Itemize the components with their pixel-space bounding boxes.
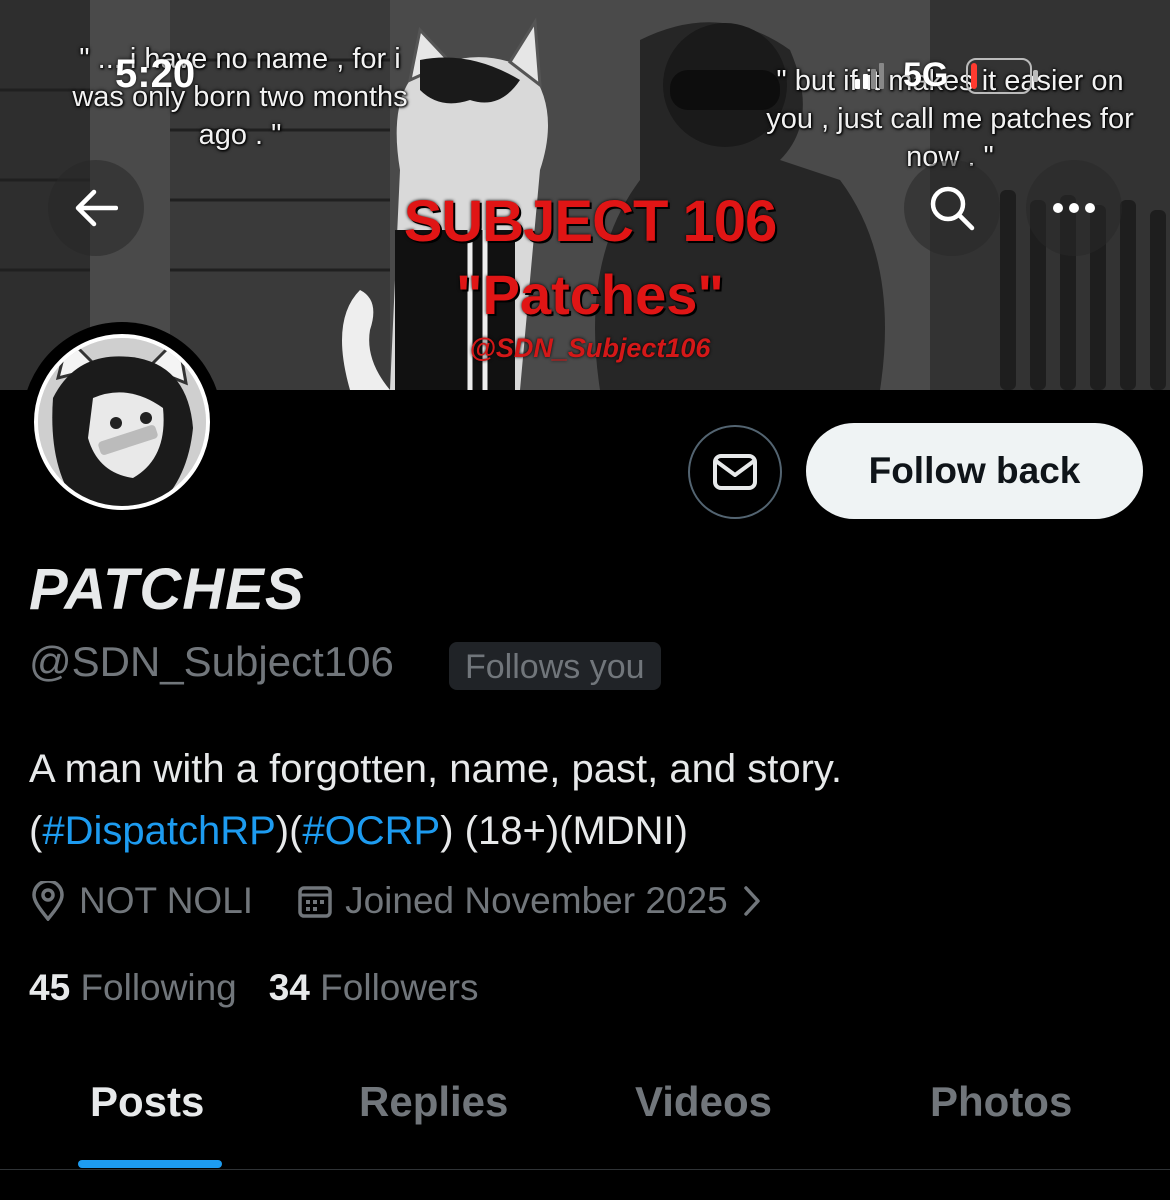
message-button[interactable]	[688, 425, 782, 519]
following-count: 45	[29, 967, 71, 1008]
location-pin-icon	[29, 881, 67, 921]
profile-tabs: Posts Replies Videos Photos	[0, 1040, 1170, 1170]
bio-text: )(	[275, 809, 303, 853]
tab-photos[interactable]: Photos	[930, 1078, 1072, 1126]
profile-joined-date[interactable]: Joined November 2025	[345, 880, 728, 922]
profile-location: NOT NOLI	[79, 880, 254, 921]
signal-icon	[855, 62, 884, 89]
bio-line: A man with a forgotten, name, past, and …	[29, 747, 843, 791]
search-icon	[930, 186, 975, 231]
search-button[interactable]	[904, 160, 1000, 256]
banner-subtitle: "Patches"	[456, 263, 724, 326]
banner-handle: @SDN_Subject106	[469, 333, 711, 363]
following-label: Following	[80, 967, 237, 1008]
calendar-icon	[297, 883, 333, 919]
display-name: PATCHES	[29, 557, 305, 622]
profile-meta: NOT NOLI Joined November 2025	[29, 880, 774, 922]
bio-text: (	[29, 809, 43, 853]
follows-you-badge: Follows you	[449, 642, 661, 690]
avatar-illustration	[38, 338, 206, 506]
bio-tags-line: (#DispatchRP)(#OCRP) (18+)(MDNI)	[29, 800, 1139, 862]
banner-title: SUBJECT 106	[403, 189, 778, 254]
tab-videos[interactable]: Videos	[635, 1078, 772, 1126]
chevron-right-icon[interactable]	[742, 885, 762, 917]
followers-label: Followers	[320, 967, 479, 1008]
network-type: 5G	[903, 56, 949, 94]
follow-back-button[interactable]: Follow back	[806, 423, 1143, 519]
hashtag-link-dispatchrp[interactable]: #DispatchRP	[42, 809, 275, 853]
more-button[interactable]	[1026, 160, 1122, 256]
tab-replies[interactable]: Replies	[359, 1078, 508, 1126]
status-indicators: 5G	[855, 56, 1040, 95]
tab-posts[interactable]: Posts	[90, 1078, 204, 1126]
hashtag-link-ocrp[interactable]: #OCRP	[302, 809, 440, 853]
envelope-icon	[713, 454, 757, 490]
profile-handle: @SDN_Subject106	[29, 638, 394, 685]
bio-text: ) (18+)(MDNI)	[440, 809, 688, 853]
followers-count: 34	[268, 967, 310, 1008]
battery-icon	[966, 57, 1039, 94]
profile-banner[interactable]: " ... i have no name , for i was only bo…	[0, 0, 1170, 390]
following-link[interactable]: 45 Following	[29, 967, 237, 1009]
follow-stats: 45 Following 34 Followers	[29, 967, 479, 1009]
back-button[interactable]	[48, 160, 144, 256]
arrow-left-icon	[75, 189, 118, 227]
profile-bio: A man with a forgotten, name, past, and …	[29, 738, 1139, 862]
more-horizontal-icon	[1053, 203, 1095, 213]
banner-quote-left: " ... i have no name , for i was only bo…	[72, 43, 408, 151]
active-tab-indicator	[78, 1160, 222, 1168]
avatar-image	[34, 334, 210, 510]
status-time: 5:20	[115, 52, 196, 96]
avatar[interactable]	[22, 322, 222, 522]
followers-link[interactable]: 34 Followers	[269, 967, 479, 1009]
